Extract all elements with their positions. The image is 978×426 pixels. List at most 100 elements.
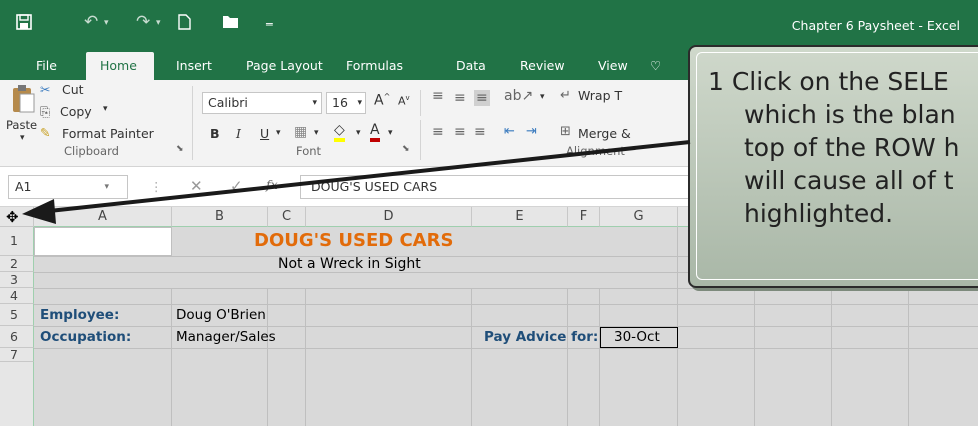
- align-center-icon[interactable]: ≡: [454, 124, 466, 140]
- row-header-6[interactable]: 6: [0, 326, 34, 348]
- callout-line-4: will cause all of t: [744, 166, 954, 195]
- callout-text: 1 Click on the SELE which is the blan to…: [708, 65, 960, 230]
- tab-review[interactable]: Review: [506, 52, 579, 80]
- align-right-icon[interactable]: ≡: [474, 124, 486, 140]
- tab-formulas[interactable]: Formulas: [332, 52, 417, 80]
- bold-button[interactable]: B: [210, 126, 220, 141]
- decrease-font-icon[interactable]: Av: [398, 94, 410, 108]
- orientation-dropdown-icon[interactable]: ▾: [540, 92, 545, 102]
- align-left-icon[interactable]: ≡: [432, 124, 444, 140]
- column-header-e[interactable]: E: [472, 207, 568, 227]
- merge-center-button[interactable]: Merge &: [578, 126, 631, 141]
- font-launcher-icon[interactable]: ⬊: [402, 144, 410, 154]
- cell-a1[interactable]: [34, 227, 172, 256]
- paste-icon[interactable]: [10, 84, 36, 117]
- row-header-3[interactable]: 3: [0, 272, 34, 288]
- ribbon-divider: [192, 86, 193, 160]
- tab-view[interactable]: View: [584, 52, 642, 80]
- increase-font-icon[interactable]: A^: [374, 92, 390, 109]
- font-size-dropdown[interactable]: 16 ▾: [326, 92, 366, 114]
- copy-icon[interactable]: ⎘: [40, 104, 50, 120]
- increase-indent-icon[interactable]: ⇥: [526, 124, 537, 139]
- tell-me-lightbulb-icon[interactable]: ♡: [636, 52, 675, 80]
- customize-qat-icon[interactable]: ═: [266, 18, 273, 31]
- redo-icon[interactable]: ↷: [136, 12, 150, 32]
- select-cursor-icon: ✥: [6, 208, 19, 226]
- wrap-text-button[interactable]: Wrap T: [578, 88, 622, 103]
- borders-dropdown-icon[interactable]: ▾: [314, 128, 319, 138]
- paste-dropdown-icon[interactable]: ▾: [20, 133, 25, 143]
- format-painter-icon[interactable]: ✎: [40, 125, 50, 140]
- callout-line-2: which is the blan: [744, 100, 956, 129]
- font-color-dropdown-icon[interactable]: ▾: [388, 128, 393, 138]
- pay-advice-label: Pay Advice for:: [484, 329, 599, 345]
- gridline: [171, 288, 172, 426]
- tab-insert[interactable]: Insert: [162, 52, 226, 80]
- clipboard-group-label: Clipboard: [64, 144, 119, 158]
- formula-bar-grip-icon[interactable]: ⋮: [150, 179, 163, 194]
- tab-page-layout[interactable]: Page Layout: [232, 52, 337, 80]
- cancel-icon[interactable]: ✕: [190, 177, 203, 195]
- orientation-icon[interactable]: ab↗: [504, 88, 533, 104]
- tab-data[interactable]: Data: [442, 52, 500, 80]
- clipboard-launcher-icon[interactable]: ⬊: [176, 144, 184, 154]
- underline-button[interactable]: U: [260, 126, 269, 141]
- enter-icon[interactable]: ✓: [230, 177, 243, 195]
- gridline: [305, 288, 306, 426]
- instruction-callout: 1 Click on the SELE which is the blan to…: [688, 45, 978, 288]
- fill-color-icon[interactable]: ◇: [334, 122, 345, 142]
- row-header-7[interactable]: 7: [0, 348, 34, 362]
- italic-button[interactable]: I: [236, 126, 241, 141]
- occupation-value: Manager/Sales: [176, 329, 276, 345]
- borders-icon[interactable]: ▦: [294, 124, 307, 140]
- undo-dropdown-icon[interactable]: ▾: [104, 18, 109, 28]
- column-header-f[interactable]: F: [568, 207, 600, 227]
- open-folder-icon[interactable]: [222, 14, 240, 33]
- ribbon-divider: [420, 120, 421, 160]
- row-header-2[interactable]: 2: [0, 256, 34, 272]
- row-header-5[interactable]: 5: [0, 304, 34, 326]
- fill-color-dropdown-icon[interactable]: ▾: [356, 128, 361, 138]
- gridline: [34, 326, 978, 327]
- formula-value: DOUG'S USED CARS: [311, 179, 438, 194]
- chevron-down-icon: ▾: [357, 98, 362, 108]
- cut-button[interactable]: Cut: [62, 82, 84, 97]
- underline-dropdown-icon[interactable]: ▾: [276, 128, 281, 138]
- font-group-label: Font: [296, 144, 322, 158]
- name-box[interactable]: A1 ▾: [8, 175, 128, 199]
- pay-advice-value: 30-Oct: [614, 329, 660, 345]
- column-header-d[interactable]: D: [306, 207, 472, 227]
- gridline: [267, 288, 268, 426]
- insert-function-button[interactable]: fx: [266, 177, 278, 192]
- chevron-down-icon: ▾: [312, 98, 317, 108]
- new-file-icon[interactable]: [178, 14, 191, 34]
- paste-button[interactable]: Paste: [6, 118, 37, 132]
- font-color-icon[interactable]: A: [370, 122, 380, 142]
- tab-file[interactable]: File: [22, 52, 71, 80]
- wrap-text-icon[interactable]: ↵: [560, 88, 571, 103]
- column-header-g[interactable]: G: [600, 207, 678, 227]
- gridline: [34, 304, 978, 305]
- column-header-c[interactable]: C: [268, 207, 306, 227]
- column-header-b[interactable]: B: [172, 207, 268, 227]
- decrease-indent-icon[interactable]: ⇤: [504, 124, 515, 139]
- sheet-subtitle: Not a Wreck in Sight: [278, 256, 421, 272]
- merge-icon[interactable]: ⊞: [560, 124, 571, 139]
- align-top-icon[interactable]: ≡: [432, 88, 444, 104]
- align-bottom-icon[interactable]: ≡: [474, 90, 490, 106]
- copy-dropdown-icon[interactable]: ▾: [103, 104, 108, 114]
- align-middle-icon[interactable]: ≡: [454, 90, 466, 106]
- redo-dropdown-icon[interactable]: ▾: [156, 18, 161, 28]
- format-painter-button[interactable]: Format Painter: [62, 126, 154, 141]
- undo-icon[interactable]: ↶: [84, 12, 98, 32]
- tab-home[interactable]: Home: [86, 52, 154, 80]
- alignment-group-label: Alignment: [566, 144, 625, 158]
- employee-value: Doug O'Brien: [176, 307, 266, 323]
- copy-button[interactable]: Copy: [60, 104, 92, 119]
- column-header-a[interactable]: A: [34, 207, 172, 227]
- row-header-4[interactable]: 4: [0, 288, 34, 304]
- cut-icon[interactable]: ✂: [40, 82, 50, 97]
- font-name-dropdown[interactable]: Calibri ▾: [202, 92, 322, 114]
- save-icon[interactable]: [16, 14, 32, 34]
- row-header-1[interactable]: 1: [0, 227, 34, 256]
